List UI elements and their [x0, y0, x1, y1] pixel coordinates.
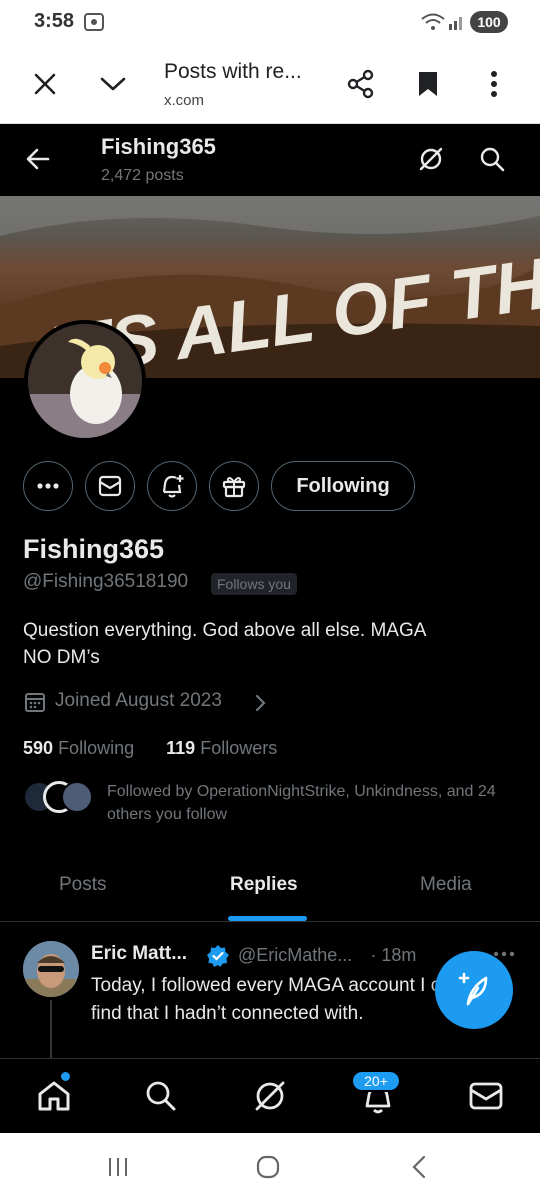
screenshot-icon: [84, 13, 104, 31]
following-button[interactable]: Following: [271, 461, 415, 511]
status-bar: 3:58 100: [0, 0, 540, 44]
header-post-count: 2,472 posts: [101, 167, 184, 184]
more-vertical-icon[interactable]: [489, 70, 499, 98]
compose-post-button[interactable]: [435, 951, 513, 1029]
bell-plus-icon: [162, 475, 184, 498]
subscribe-gift-button[interactable]: [209, 461, 259, 511]
close-icon[interactable]: [33, 72, 57, 96]
wifi-icon: [421, 13, 445, 30]
follows-you-badge: Follows you: [211, 573, 297, 595]
header-name: Fishing365: [101, 134, 216, 159]
post-author-avatar[interactable]: [23, 941, 79, 997]
profile-avatar[interactable]: [24, 320, 146, 442]
followed-by-avatars[interactable]: [23, 781, 93, 815]
avatar: [61, 781, 93, 813]
followers-label: Followers: [200, 738, 278, 758]
followers-stat[interactable]: 119 Followers: [166, 738, 277, 758]
browser-url: x.com: [164, 92, 205, 109]
bookmark-icon[interactable]: [417, 70, 439, 98]
active-tab-indicator: [228, 916, 307, 921]
post-handle-text: @EricMathe...: [238, 945, 353, 965]
post-time: · 18m: [370, 945, 417, 965]
back-arrow-icon[interactable]: [26, 148, 50, 170]
chevron-down-icon[interactable]: [99, 74, 127, 94]
post-author-name[interactable]: Eric Matt...: [91, 943, 187, 965]
browser-page-title: Posts with re...: [164, 60, 302, 83]
profile-display-name: Fishing365: [23, 534, 165, 564]
battery-level: 100: [470, 11, 508, 33]
mail-icon: [98, 475, 122, 497]
home-unread-dot: [60, 1071, 71, 1082]
messages-icon[interactable]: [469, 1082, 503, 1110]
profile-stats: 590 Following 119 Followers: [23, 738, 277, 759]
home-icon[interactable]: [37, 1080, 71, 1112]
back-button-icon[interactable]: [410, 1155, 428, 1179]
following-count: 590: [23, 738, 54, 758]
post-more-icon[interactable]: [493, 951, 515, 957]
more-options-button[interactable]: [23, 461, 73, 511]
recent-apps-icon[interactable]: [107, 1156, 129, 1178]
explore-search-icon[interactable]: [145, 1080, 177, 1112]
search-icon[interactable]: [479, 146, 505, 172]
home-button-icon[interactable]: [256, 1155, 280, 1179]
status-time: 3:58: [34, 10, 75, 32]
tab-media[interactable]: Media: [420, 874, 472, 896]
signal-icon: [449, 17, 462, 30]
message-button[interactable]: [85, 461, 135, 511]
following-label: Following: [58, 738, 135, 758]
bio-line-2: NO DM’s: [23, 647, 100, 668]
thread-line: [50, 1000, 52, 1060]
bio-line-1: Question everything. God above all else.…: [23, 620, 427, 641]
grok-icon[interactable]: [418, 146, 444, 172]
notify-button[interactable]: [147, 461, 197, 511]
following-stat[interactable]: 590 Following: [23, 738, 134, 758]
browser-toolbar: [0, 44, 540, 124]
more-horizontal-icon: [37, 483, 59, 489]
grok-nav-icon[interactable]: [253, 1079, 287, 1113]
chevron-right-icon: [255, 694, 266, 712]
feather-plus-icon: [458, 972, 488, 1006]
gift-icon: [222, 477, 246, 498]
profile-bio: Question everything. God above all else.…: [23, 617, 513, 671]
joined-date[interactable]: Joined August 2023: [55, 690, 222, 712]
notifications-badge: 20+: [351, 1070, 401, 1092]
followed-by-text[interactable]: Followed by OperationNightStrike, Unkind…: [107, 780, 517, 826]
calendar-icon: [25, 693, 45, 712]
post-author-handle: @EricMathe... · 18m: [238, 945, 416, 966]
tab-posts[interactable]: Posts: [59, 874, 107, 896]
verified-badge-icon: [207, 945, 229, 967]
tab-replies[interactable]: Replies: [230, 874, 298, 896]
profile-handle: @Fishing36518190: [23, 571, 189, 592]
share-icon[interactable]: [346, 69, 376, 99]
followers-count: 119: [166, 738, 196, 758]
profile-header-bar: [0, 124, 540, 196]
